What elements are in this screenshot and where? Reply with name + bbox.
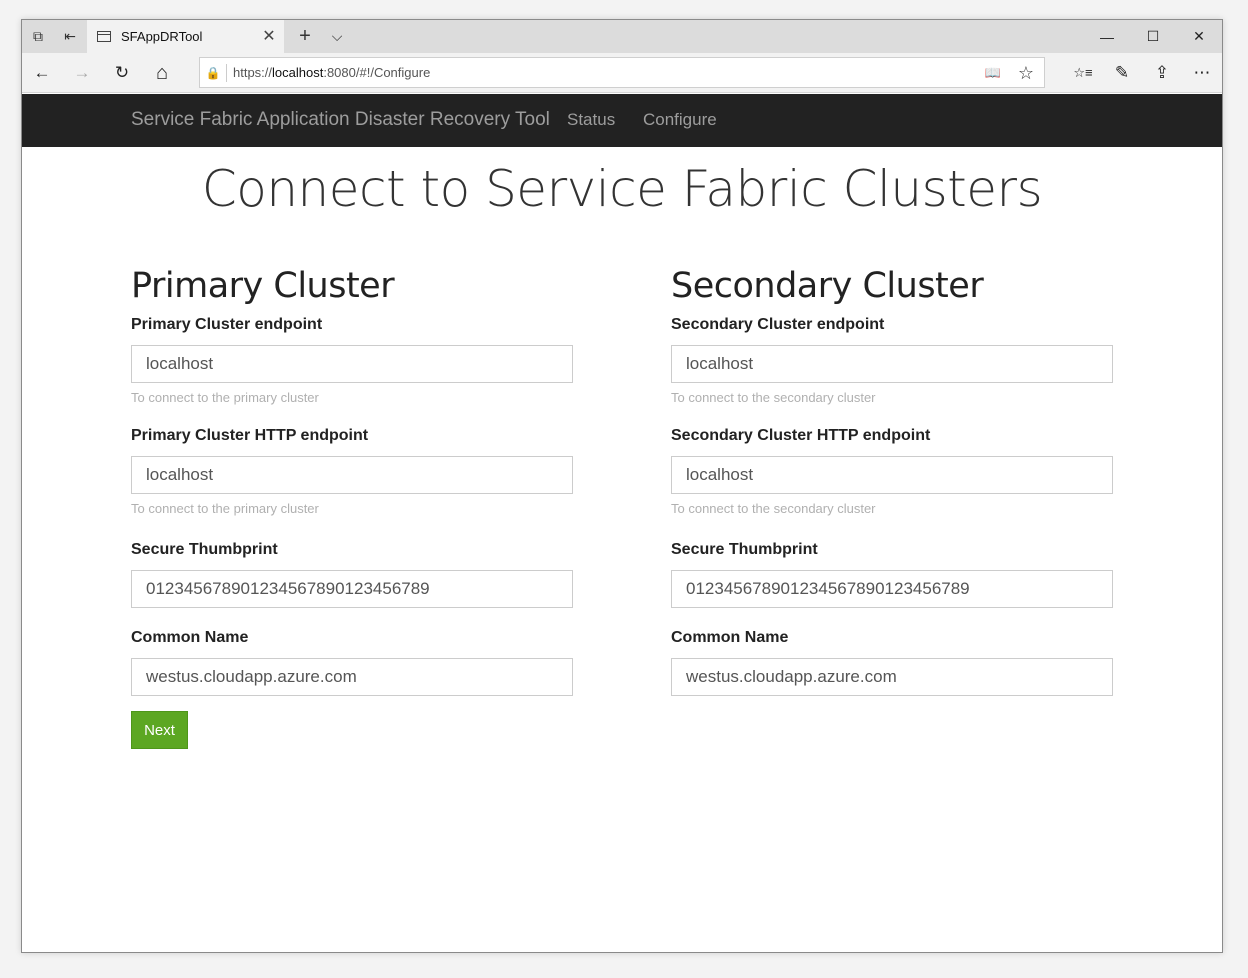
address-toolbar: ← → ↻ ⌂ 🔒 https://localhost:8080/#!/Conf…: [22, 53, 1222, 93]
primary-endpoint-help: To connect to the primary cluster: [131, 390, 319, 405]
page-icon: [97, 31, 111, 42]
primary-endpoint-group: Primary Cluster endpoint To connect to t…: [131, 316, 573, 427]
lock-icon: 🔒: [205, 65, 221, 80]
tab-bar: ⧉ ⇤ SFAppDRTool ✕ + ⌵ — ☐ ✕: [22, 20, 1222, 53]
secondary-common-name-input[interactable]: [671, 658, 1113, 696]
url-text[interactable]: https://localhost:8080/#!/Configure: [233, 65, 430, 80]
secondary-thumbprint-input[interactable]: [671, 570, 1113, 608]
secondary-thumbprint-label: Secure Thumbprint: [671, 541, 818, 558]
secondary-http-endpoint-help: To connect to the secondary cluster: [671, 501, 876, 516]
secondary-cluster-form: Secondary Cluster Secondary Cluster endp…: [671, 264, 1113, 696]
tab-close-icon[interactable]: ✕: [260, 27, 278, 45]
minimize-icon[interactable]: —: [1084, 20, 1130, 53]
secondary-thumbprint-group: Secure Thumbprint: [671, 541, 1113, 629]
maximize-icon[interactable]: ☐: [1130, 20, 1176, 53]
favorite-star-icon[interactable]: ☆: [1015, 62, 1037, 84]
secondary-common-name-label: Common Name: [671, 629, 789, 646]
refresh-icon[interactable]: ↻: [106, 57, 138, 89]
secondary-endpoint-label: Secondary Cluster endpoint: [671, 316, 885, 333]
close-window-icon[interactable]: ✕: [1176, 20, 1222, 53]
primary-http-endpoint-label: Primary Cluster HTTP endpoint: [131, 427, 369, 444]
primary-endpoint-input[interactable]: [131, 345, 573, 383]
secondary-endpoint-input[interactable]: [671, 345, 1113, 383]
browser-window: ⧉ ⇤ SFAppDRTool ✕ + ⌵ — ☐ ✕ ← → ↻ ⌂ 🔒 ht…: [21, 19, 1223, 953]
primary-http-endpoint-help: To connect to the primary cluster: [131, 501, 319, 516]
forward-icon[interactable]: →: [66, 57, 98, 89]
secondary-common-name-group: Common Name: [671, 629, 1113, 696]
home-icon[interactable]: ⌂: [146, 57, 178, 89]
share-icon[interactable]: ⇪: [1146, 57, 1178, 89]
new-tab-icon[interactable]: +: [289, 20, 321, 53]
primary-thumbprint-label: Secure Thumbprint: [131, 541, 278, 558]
more-icon[interactable]: ⋯: [1186, 57, 1218, 89]
back-icon[interactable]: ←: [26, 57, 58, 89]
next-button[interactable]: Next: [131, 711, 188, 749]
notes-pen-icon[interactable]: ✎: [1106, 57, 1138, 89]
primary-cluster-form: Primary Cluster Primary Cluster endpoint…: [131, 264, 573, 696]
primary-thumbprint-group: Secure Thumbprint: [131, 541, 573, 629]
primary-http-endpoint-group: Primary Cluster HTTP endpoint To connect…: [131, 427, 573, 541]
nav-link-status[interactable]: Status: [567, 110, 615, 130]
primary-common-name-group: Common Name: [131, 629, 573, 696]
secondary-endpoint-group: Secondary Cluster endpoint To connect to…: [671, 316, 1113, 427]
set-tabs-aside-icon[interactable]: ⇤: [54, 20, 86, 53]
site-navbar: Service Fabric Application Disaster Reco…: [22, 94, 1222, 147]
nav-link-configure[interactable]: Configure: [643, 110, 717, 130]
reading-view-icon[interactable]: 📖: [982, 62, 1004, 84]
primary-common-name-input[interactable]: [131, 658, 573, 696]
tab-sfappdrtool[interactable]: SFAppDRTool ✕: [87, 20, 284, 53]
brand-link[interactable]: Service Fabric Application Disaster Reco…: [131, 109, 550, 131]
address-bar[interactable]: 🔒 https://localhost:8080/#!/Configure 📖 …: [199, 57, 1045, 88]
secondary-http-endpoint-group: Secondary Cluster HTTP endpoint To conne…: [671, 427, 1113, 541]
primary-http-endpoint-input[interactable]: [131, 456, 573, 494]
primary-thumbprint-input[interactable]: [131, 570, 573, 608]
tabs-aside-icon[interactable]: ⧉: [22, 20, 54, 53]
tab-list-chevron-icon[interactable]: ⌵: [321, 20, 353, 53]
secondary-cluster-heading: Secondary Cluster: [671, 266, 984, 306]
secondary-http-endpoint-label: Secondary Cluster HTTP endpoint: [671, 427, 931, 444]
primary-cluster-heading: Primary Cluster: [131, 266, 395, 306]
secondary-http-endpoint-input[interactable]: [671, 456, 1113, 494]
primary-endpoint-label: Primary Cluster endpoint: [131, 316, 323, 333]
tab-title: SFAppDRTool: [121, 29, 203, 44]
favorites-hub-icon[interactable]: ☆≡: [1067, 57, 1099, 89]
secondary-endpoint-help: To connect to the secondary cluster: [671, 390, 876, 405]
page-title: Connect to Service Fabric Clusters: [201, 160, 1043, 218]
primary-common-name-label: Common Name: [131, 629, 249, 646]
